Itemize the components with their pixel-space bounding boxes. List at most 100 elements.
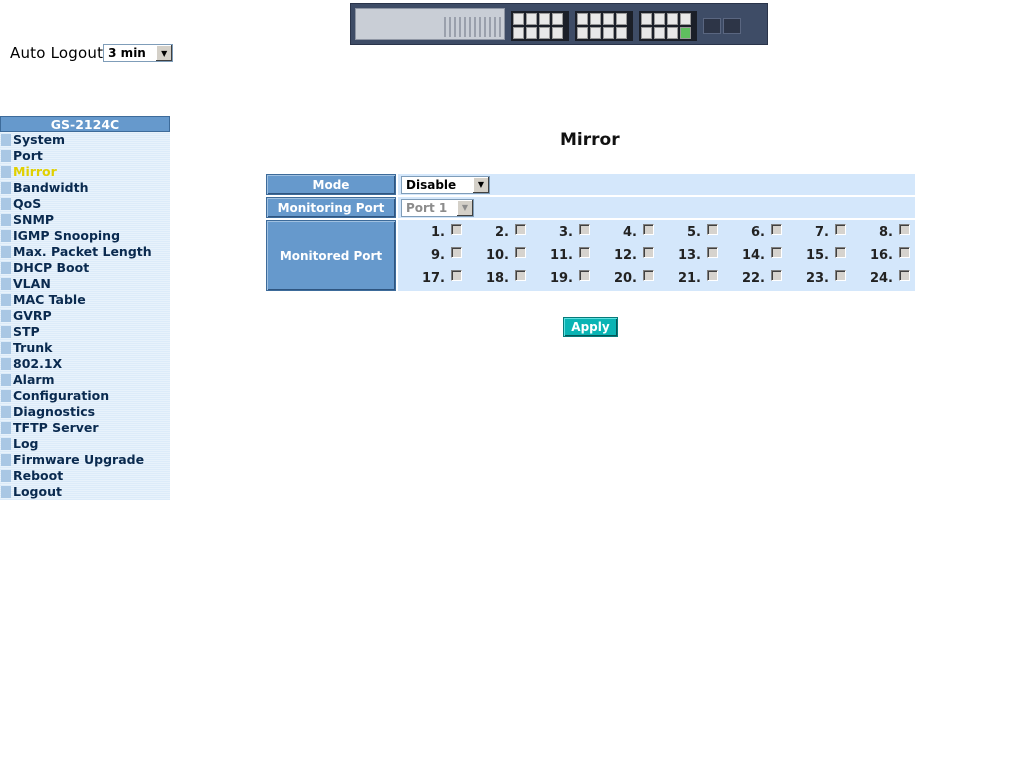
monitored-port-item: 15. <box>786 244 850 267</box>
port-number-label: 16. <box>869 248 893 263</box>
port-checkbox[interactable] <box>515 224 526 235</box>
sidebar-item-gvrp[interactable]: GVRP <box>0 308 170 324</box>
mode-cell: Disable ▼ <box>398 174 915 195</box>
sidebar-item-802-1x[interactable]: 802.1X <box>0 356 170 372</box>
port-checkbox[interactable] <box>579 247 590 258</box>
port-checkbox[interactable] <box>835 224 846 235</box>
port-checkbox[interactable] <box>771 224 782 235</box>
sidebar-item-logout[interactable]: Logout <box>0 484 170 500</box>
port-checkbox[interactable] <box>643 247 654 258</box>
menu-bullet-icon <box>1 230 11 242</box>
sidebar-item-label: Max. Packet Length <box>13 244 152 259</box>
auto-logout-select[interactable]: 3 min ▼ <box>103 44 174 62</box>
sidebar-item-label: GVRP <box>13 308 52 323</box>
port-checkbox[interactable] <box>451 224 462 235</box>
port-number-label: 8. <box>879 225 893 240</box>
port-checkbox[interactable] <box>899 247 910 258</box>
menu-bullet-icon <box>1 406 11 418</box>
menu-bullet-icon <box>1 214 11 226</box>
sidebar-item-label: STP <box>13 324 40 339</box>
port-checkbox[interactable] <box>835 270 846 281</box>
port-checkbox[interactable] <box>515 247 526 258</box>
port-checkbox[interactable] <box>643 270 654 281</box>
sidebar-title: GS-2124C <box>0 116 170 132</box>
port-number-label: 11. <box>549 248 573 263</box>
sidebar-item-mirror[interactable]: Mirror <box>0 164 170 180</box>
sidebar-item-max-packet-length[interactable]: Max. Packet Length <box>0 244 170 260</box>
sidebar-item-system[interactable]: System <box>0 132 170 148</box>
switch-front-panel-image <box>350 3 768 45</box>
monitoring-port-select[interactable]: Port 1 ▼ <box>401 198 474 217</box>
port-number-label: 12. <box>613 248 637 263</box>
switch-label-panel <box>355 8 505 40</box>
port-checkbox[interactable] <box>707 270 718 281</box>
menu-bullet-icon <box>1 134 11 146</box>
port-checkbox[interactable] <box>643 224 654 235</box>
sidebar-menu: GS-2124C System Port Mirror Bandwidth QoS SNM… <box>0 116 170 500</box>
sidebar-item-label: MAC Table <box>13 292 86 307</box>
sidebar-item-qos[interactable]: QoS <box>0 196 170 212</box>
sidebar-item-label: QoS <box>13 196 42 211</box>
mode-select[interactable]: Disable ▼ <box>401 175 490 194</box>
sidebar-item-port[interactable]: Port <box>0 148 170 164</box>
port-number-label: 4. <box>623 225 637 240</box>
apply-button[interactable]: Apply <box>563 317 618 337</box>
port-checkbox[interactable] <box>771 247 782 258</box>
menu-bullet-icon <box>1 278 11 290</box>
port-checkbox[interactable] <box>579 224 590 235</box>
led-indicators <box>444 17 504 37</box>
sidebar-item-igmp-snooping[interactable]: IGMP Snooping <box>0 228 170 244</box>
monitoring-port-label: Monitoring Port <box>266 197 396 218</box>
sidebar-item-configuration[interactable]: Configuration <box>0 388 170 404</box>
port-checkbox[interactable] <box>451 270 462 281</box>
monitored-port-label: Monitored Port <box>266 220 396 291</box>
monitored-port-item: 4. <box>594 221 658 244</box>
port-checkbox[interactable] <box>515 270 526 281</box>
port-checkbox[interactable] <box>771 270 782 281</box>
sidebar-item-dhcp-boot[interactable]: DHCP Boot <box>0 260 170 276</box>
sidebar-item-label: Trunk <box>13 340 53 355</box>
sidebar-item-firmware-upgrade[interactable]: Firmware Upgrade <box>0 452 170 468</box>
sidebar-item-tftp-server[interactable]: TFTP Server <box>0 420 170 436</box>
sidebar-item-alarm[interactable]: Alarm <box>0 372 170 388</box>
menu-bullet-icon <box>1 246 11 258</box>
port-checkbox[interactable] <box>707 247 718 258</box>
port-number-label: 17. <box>421 271 445 286</box>
port-checkbox[interactable] <box>899 224 910 235</box>
monitored-port-cell: 1. 2. 3. 4. 5. 6. 7. 8. 9. 10. 11. 12. 13. 14. 15. 16. 1… <box>398 220 915 291</box>
monitored-port-item: 1. <box>402 221 466 244</box>
auto-logout-control: Auto Logout 3 min ▼ <box>10 44 174 62</box>
monitored-port-item: 7. <box>786 221 850 244</box>
port-checkbox[interactable] <box>451 247 462 258</box>
menu-bullet-icon <box>1 438 11 450</box>
sidebar-item-diagnostics[interactable]: Diagnostics <box>0 404 170 420</box>
port-checkbox[interactable] <box>899 270 910 281</box>
sidebar-item-mac-table[interactable]: MAC Table <box>0 292 170 308</box>
port-checkbox[interactable] <box>707 224 718 235</box>
port-checkbox[interactable] <box>835 247 846 258</box>
monitored-port-item: 14. <box>722 244 786 267</box>
sidebar-item-label: Logout <box>13 484 62 499</box>
sidebar-item-snmp[interactable]: SNMP <box>0 212 170 228</box>
port-number-label: 2. <box>495 225 509 240</box>
monitored-port-item: 6. <box>722 221 786 244</box>
sidebar-item-trunk[interactable]: Trunk <box>0 340 170 356</box>
auto-logout-label: Auto Logout <box>10 44 104 62</box>
sidebar-item-label: Configuration <box>13 388 110 403</box>
auto-logout-value: 3 min <box>108 46 146 60</box>
sidebar-item-label: Port <box>13 148 43 163</box>
menu-bullet-icon <box>1 358 11 370</box>
sidebar-item-reboot[interactable]: Reboot <box>0 468 170 484</box>
sidebar-item-stp[interactable]: STP <box>0 324 170 340</box>
monitored-port-item: 12. <box>594 244 658 267</box>
port-number-label: 20. <box>613 271 637 286</box>
sidebar-item-bandwidth[interactable]: Bandwidth <box>0 180 170 196</box>
monitored-port-item: 21. <box>658 267 722 290</box>
sidebar-item-vlan[interactable]: VLAN <box>0 276 170 292</box>
port-checkbox[interactable] <box>579 270 590 281</box>
rj45-port-group-2 <box>575 11 633 41</box>
port-number-label: 9. <box>431 248 445 263</box>
port-number-label: 5. <box>687 225 701 240</box>
sidebar-item-label: VLAN <box>13 276 51 291</box>
sidebar-item-log[interactable]: Log <box>0 436 170 452</box>
